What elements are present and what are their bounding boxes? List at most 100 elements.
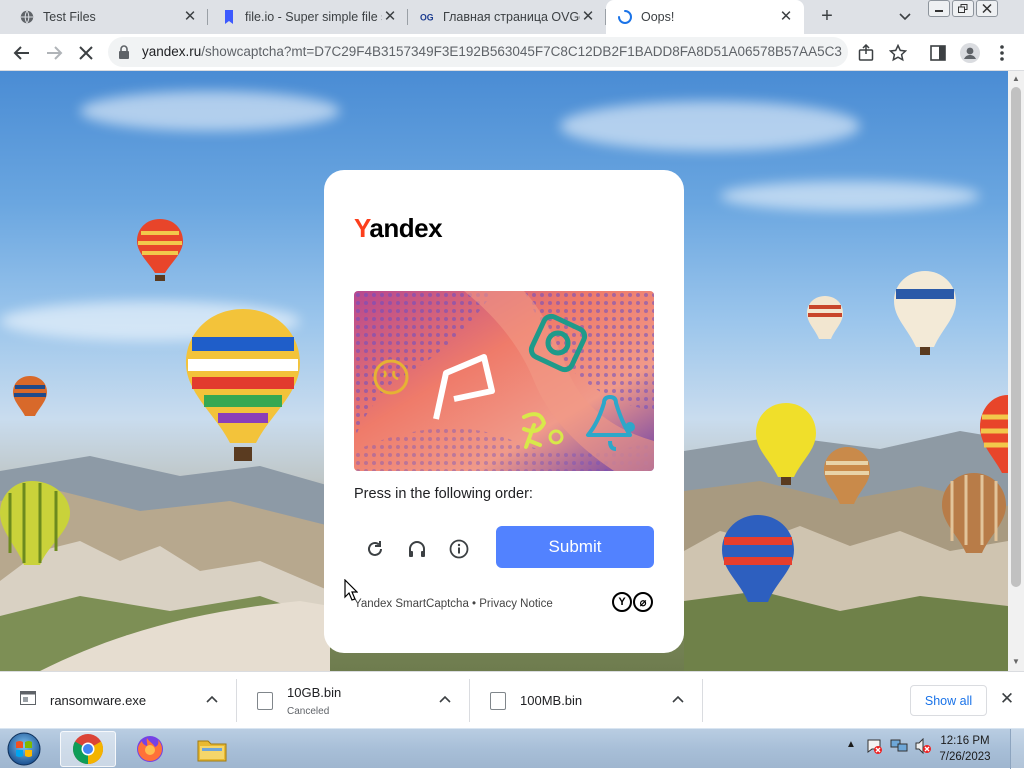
scroll-down-arrow-icon[interactable]: ▼ <box>1012 657 1020 666</box>
clock-time: 12:16 PM <box>940 735 990 747</box>
mouse-cursor-icon <box>344 579 358 601</box>
chrome-icon[interactable] <box>60 731 116 767</box>
captcha-instruction: Press in the following order: <box>354 486 533 502</box>
download-text: 10GB.bin Canceled <box>287 685 341 717</box>
url-text[interactable]: yandex.ru/showcaptcha?mt=D7C29F4B3157349… <box>142 44 842 59</box>
chevron-up-icon[interactable] <box>205 693 219 707</box>
tab-title: Test Files <box>43 10 96 24</box>
hot-air-balloon <box>980 395 1008 473</box>
close-window-button[interactable] <box>976 0 998 17</box>
tab-title: file.io - Super simple file s <box>245 10 382 24</box>
address-bar[interactable]: yandex.ru/showcaptcha?mt=D7C29F4B3157349… <box>108 37 848 67</box>
hot-air-balloon <box>756 403 816 485</box>
show-desktop-button[interactable] <box>1010 729 1024 769</box>
window-controls <box>928 0 998 17</box>
cloud <box>80 91 340 131</box>
tab-strip: Test Files ✕ file.io - Super simple file… <box>0 0 1024 34</box>
hot-air-balloon <box>824 447 870 504</box>
captcha-image[interactable] <box>354 291 654 471</box>
hot-air-balloon <box>186 309 300 461</box>
scrollbar-thumb[interactable] <box>1011 87 1021 587</box>
cloud <box>720 181 980 211</box>
start-button[interactable] <box>2 730 50 768</box>
svg-text:OG: OG <box>420 13 434 23</box>
file-explorer-icon[interactable] <box>184 731 240 767</box>
info-icon[interactable] <box>446 536 472 562</box>
yandex-logo: Yandex <box>354 213 443 244</box>
forward-arrow-icon[interactable] <box>44 43 64 63</box>
yandex-logo-text: andex <box>369 213 443 243</box>
divider <box>702 679 703 722</box>
url-path: /showcaptcha?mt=D7C29F4B3157349F3E192B56… <box>201 44 842 59</box>
audio-headphones-icon[interactable] <box>404 536 430 562</box>
download-status: Canceled <box>287 705 330 717</box>
show-hidden-icons-icon[interactable]: ▲ <box>846 739 856 750</box>
file-icon <box>490 691 506 710</box>
close-download-bar-icon[interactable]: ✕ <box>998 690 1016 708</box>
chevron-up-icon[interactable] <box>671 693 685 707</box>
tab-test-files[interactable]: Test Files ✕ <box>0 0 208 34</box>
download-item[interactable]: 100MB.bin <box>470 672 703 729</box>
hot-air-balloon <box>13 376 47 416</box>
slash-circle-icon: ⌀ <box>633 592 653 612</box>
lock-icon[interactable] <box>118 45 132 59</box>
hot-air-balloon <box>137 219 183 281</box>
back-arrow-icon[interactable] <box>12 43 32 63</box>
tab-close-icon[interactable]: ✕ <box>778 9 794 25</box>
yandex-logo-y: Y <box>354 213 370 243</box>
cloud <box>560 101 860 151</box>
show-all-button[interactable]: Show all <box>910 685 987 716</box>
scroll-up-arrow-icon[interactable]: ▲ <box>1012 74 1020 83</box>
profile-avatar-icon[interactable] <box>960 43 980 63</box>
share-icon[interactable] <box>856 43 876 63</box>
tab-close-icon[interactable]: ✕ <box>182 9 198 25</box>
exe-file-icon <box>20 691 36 710</box>
globe-icon <box>20 10 34 24</box>
tab-file-io[interactable]: file.io - Super simple file s ✕ <box>208 0 408 34</box>
file-icon <box>257 691 273 710</box>
yandex-y-circle-icon: Y <box>612 592 632 612</box>
download-item[interactable]: 10GB.bin Canceled <box>237 672 470 729</box>
new-tab-button[interactable]: + <box>816 6 838 28</box>
hot-air-balloon <box>807 296 843 339</box>
tab-close-icon[interactable]: ✕ <box>580 9 596 25</box>
firefox-icon[interactable] <box>122 731 178 767</box>
tab-oops-active[interactable]: Oops! ✕ <box>606 0 804 34</box>
smartcaptcha-logo: Y ⌀ <box>612 592 653 612</box>
download-item[interactable]: ransomware.exe <box>0 672 237 729</box>
hot-air-balloon <box>942 473 1006 553</box>
windows-taskbar: ▲ 12:16 PM 7/26/2023 <box>0 728 1024 769</box>
tab-title: Главная страница OVGo <box>443 10 580 24</box>
bookmark-star-icon[interactable] <box>888 43 908 63</box>
network-icon[interactable] <box>890 738 908 757</box>
download-file-name: 10GB.bin <box>287 684 342 700</box>
chevron-up-icon[interactable] <box>438 693 452 707</box>
page-background: Yandex Press in the following order: Sub… <box>0 71 1008 671</box>
download-bar: ransomware.exe 10GB.bin Canceled 100MB.b… <box>0 671 1024 728</box>
menu-kebab-icon[interactable] <box>992 43 1012 63</box>
hot-air-balloon <box>722 515 794 602</box>
download-file-name: 100MB.bin <box>520 693 583 708</box>
tab-title: Oops! <box>641 10 675 24</box>
url-host: yandex.ru <box>142 44 202 59</box>
captcha-card: Yandex Press in the following order: Sub… <box>324 170 684 653</box>
restore-button[interactable] <box>952 0 974 17</box>
side-panel-icon[interactable] <box>928 43 948 63</box>
action-center-icon[interactable] <box>866 738 882 757</box>
hot-air-balloon <box>894 271 956 355</box>
submit-button[interactable]: Submit <box>496 526 654 568</box>
clock-date: 7/26/2023 <box>939 751 991 763</box>
browser-toolbar: yandex.ru/showcaptcha?mt=D7C29F4B3157349… <box>0 34 1024 71</box>
hot-air-balloon <box>0 481 70 565</box>
tab-ovgorskiy[interactable]: OG Главная страница OVGo ✕ <box>408 0 606 34</box>
captcha-footer-links[interactable]: Yandex SmartCaptcha • Privacy Notice <box>354 598 553 610</box>
tab-search-chevron-icon[interactable] <box>896 7 914 25</box>
stop-loading-icon[interactable] <box>76 43 96 63</box>
loading-spinner-icon <box>618 10 632 24</box>
tab-close-icon[interactable]: ✕ <box>382 9 398 25</box>
system-clock[interactable]: 12:16 PM 7/26/2023 <box>930 733 1000 765</box>
vertical-scrollbar[interactable]: ▲ ▼ <box>1008 71 1024 671</box>
minimize-button[interactable] <box>928 0 950 17</box>
refresh-icon[interactable] <box>362 536 388 562</box>
fileio-icon <box>222 10 236 24</box>
